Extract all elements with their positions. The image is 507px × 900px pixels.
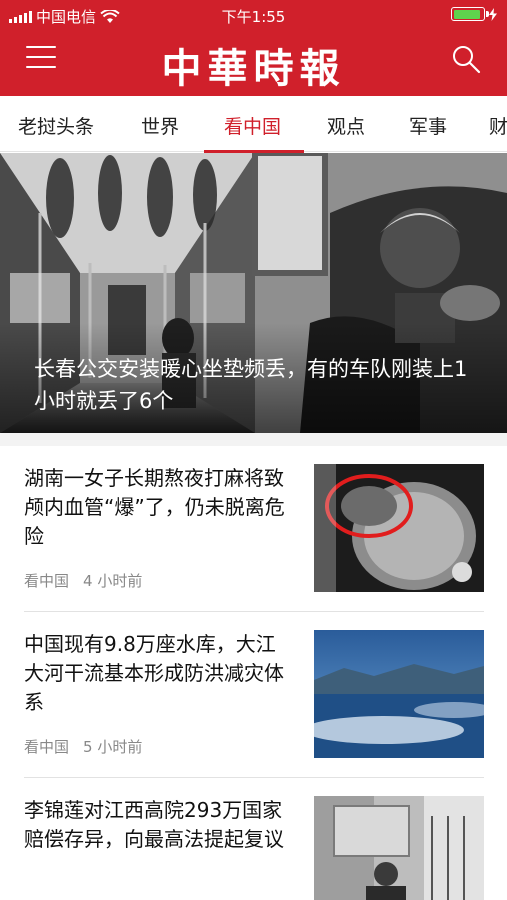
news-thumbnail — [314, 630, 484, 758]
search-icon[interactable] — [451, 44, 481, 74]
news-title: 李锦莲对江西高院293万国家赔偿存异，向最高法提起复议 — [24, 798, 284, 851]
status-bar: 中国电信 下午1:55 — [0, 0, 507, 30]
category-tabs: 老挝头条 世界 看中国 观点 军事 财 — [0, 96, 507, 152]
tab-laos-headlines[interactable]: 老挝头条 — [18, 112, 94, 139]
tab-world[interactable]: 世界 — [141, 112, 179, 139]
charging-bolt-icon — [489, 7, 497, 21]
news-meta: 看中国 4 小时前 — [24, 570, 142, 591]
news-item[interactable]: 中国现有9.8万座水库，大江大河干流基本形成防洪减灾体系 看中国 5 小时前 — [24, 612, 484, 778]
news-title: 湖南一女子长期熬夜打麻将致颅内血管“爆”了，仍未脱离危险 — [24, 466, 285, 548]
tab-opinion[interactable]: 观点 — [327, 112, 365, 139]
news-item[interactable]: 湖南一女子长期熬夜打麻将致颅内血管“爆”了，仍未脱离危险 看中国 4 小时前 — [24, 446, 484, 612]
app-header: 中国电信 下午1:55 中華時報 — [0, 0, 507, 96]
news-category: 看中国 — [24, 572, 70, 590]
tab-military[interactable]: 军事 — [409, 112, 447, 139]
hero-caption: 长春公交安装暖心坐垫频丢，有的车队刚装上1小时就丢了6个 — [34, 357, 468, 413]
tab-finance[interactable]: 财 — [489, 112, 507, 139]
battery-info — [451, 7, 497, 21]
hero-banner[interactable]: 长春公交安装暖心坐垫频丢，有的车队刚装上1小时就丢了6个 — [0, 153, 507, 433]
news-item[interactable]: 李锦莲对江西高院293万国家赔偿存异，向最高法提起复议 — [24, 778, 484, 900]
tab-china[interactable]: 看中国 — [224, 112, 281, 139]
news-thumbnail — [314, 464, 484, 592]
news-time: 5 小时前 — [83, 738, 143, 756]
battery-icon — [451, 7, 489, 21]
app-title: 中華時報 — [161, 45, 346, 92]
news-time: 4 小时前 — [83, 572, 143, 590]
news-title: 中国现有9.8万座水库，大江大河干流基本形成防洪减灾体系 — [24, 632, 284, 714]
news-thumbnail — [314, 796, 484, 900]
status-time: 下午1:55 — [221, 8, 286, 26]
news-category: 看中国 — [24, 738, 70, 756]
section-spacer — [0, 433, 507, 446]
news-meta: 看中国 5 小时前 — [24, 736, 142, 757]
